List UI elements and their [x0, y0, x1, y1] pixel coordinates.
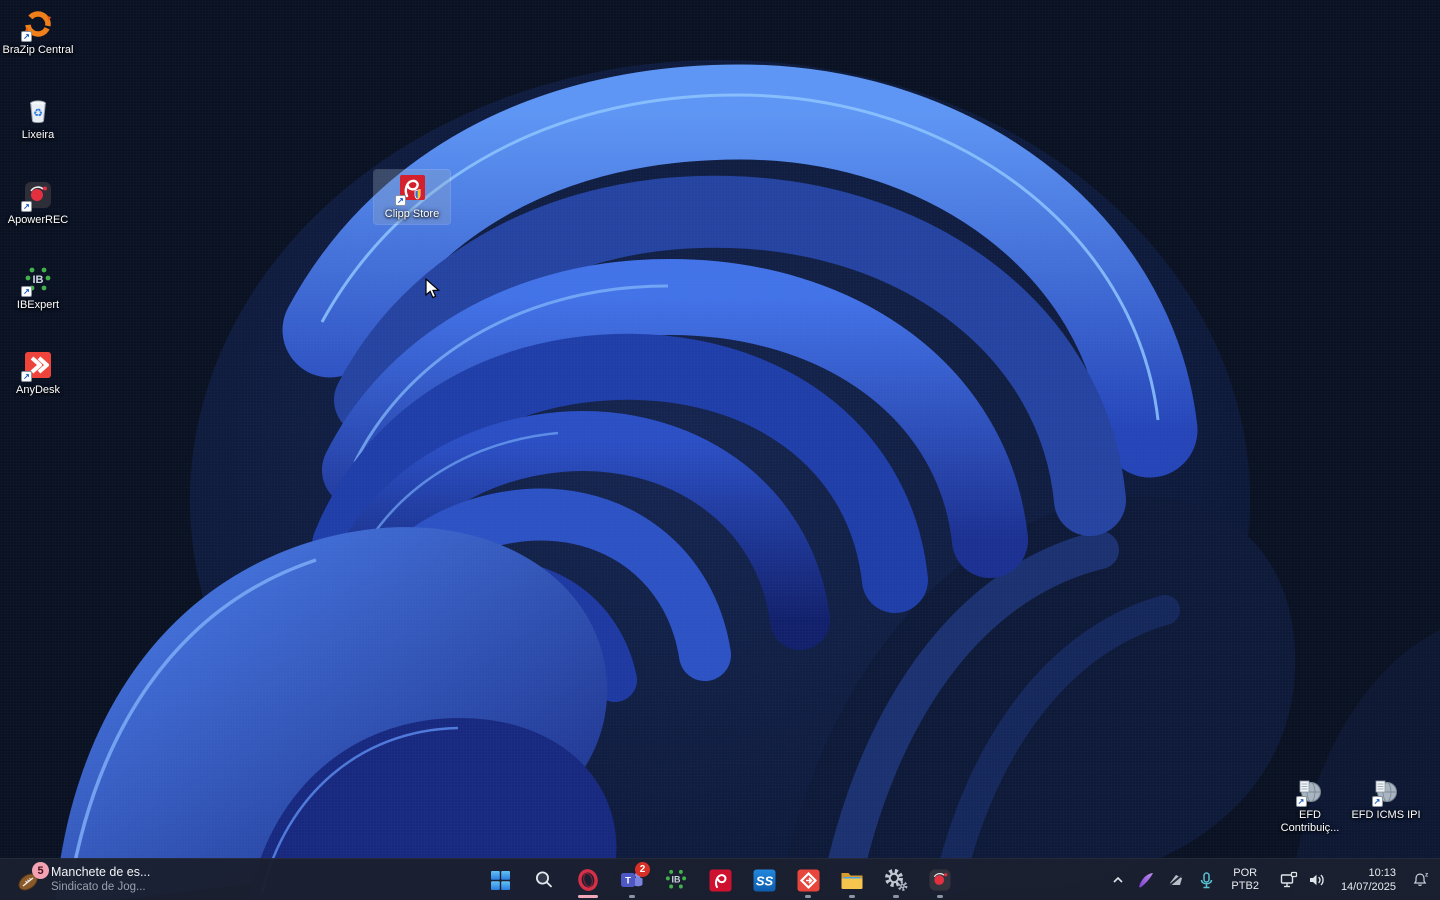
widgets-badge: 5	[32, 862, 49, 879]
svg-text:IB: IB	[672, 874, 681, 884]
purple-feather-icon	[1136, 870, 1156, 890]
svg-text:♻: ♻	[33, 108, 43, 120]
desktop-icon-label: BraZip Central	[3, 44, 74, 57]
efd-globe-icon: ↗	[1373, 779, 1400, 806]
ss-icon: SS	[752, 868, 777, 893]
shortcut-arrow-icon: ↗	[1372, 796, 1383, 807]
desktop-icon-label: Clipp Store	[385, 208, 439, 221]
widgets-button[interactable]: 5 Manchete de es... Sindicato de Jog...	[6, 860, 160, 900]
running-indicator	[629, 895, 635, 898]
desktop-icon-label: ApowerREC	[8, 214, 69, 227]
tray-disabled-device-button[interactable]	[1161, 862, 1191, 898]
search-icon	[533, 869, 555, 891]
running-indicator	[805, 895, 811, 898]
svg-text:T: T	[625, 876, 631, 887]
start-button[interactable]	[480, 860, 520, 900]
tray-overflow-button[interactable]	[1105, 862, 1131, 898]
keyboard-layout: PTB2	[1231, 880, 1259, 893]
running-indicator	[937, 895, 943, 898]
desktop-icon-apowerrec[interactable]: ↗ ApowerREC	[0, 176, 76, 230]
language-indicator[interactable]: POR PTB2	[1221, 862, 1269, 898]
wallpaper-bloom	[0, 0, 1440, 900]
ss-app-button[interactable]: SS	[744, 860, 784, 900]
clipp-store-icon: ↗	[396, 173, 428, 205]
do-not-disturb-bell-icon: z	[1410, 870, 1430, 890]
active-app-indicator	[578, 895, 598, 898]
network-status-button[interactable]	[1275, 862, 1303, 898]
tray-pen-app-button[interactable]	[1131, 862, 1161, 898]
speaker-icon	[1307, 870, 1327, 890]
svg-text:SS: SS	[755, 873, 773, 888]
desktop-icon-efd-icms-ipi[interactable]: ↗ EFD ICMS IPI	[1348, 776, 1424, 825]
recycle-bin-icon: ♻	[22, 94, 54, 126]
teams-button[interactable]: T 2	[612, 860, 652, 900]
desktop-icon-label: Lixeira	[22, 129, 54, 142]
language-code: POR	[1233, 867, 1257, 880]
notification-center-button[interactable]: z	[1406, 862, 1434, 898]
taskbar-center: T 2 IB	[480, 860, 960, 900]
shortcut-arrow-icon: ↗	[21, 201, 32, 212]
search-button[interactable]	[524, 860, 564, 900]
running-indicator	[893, 895, 899, 898]
gear-icon	[883, 867, 909, 893]
apowerrec-taskbar-button[interactable]	[920, 860, 960, 900]
windows-logo-icon	[491, 871, 510, 890]
desktop-icon-anydesk[interactable]: ↗ AnyDesk	[0, 346, 76, 400]
anydesk-icon	[796, 868, 821, 893]
desktop: ↗ BraZip Central ♻ Lixeira ↗ ApowerREC	[0, 0, 1440, 900]
tray-microphone-button[interactable]	[1191, 862, 1221, 898]
shortcut-arrow-icon: ↗	[1296, 796, 1307, 807]
anydesk-icon: ↗	[22, 349, 54, 381]
settings-button[interactable]	[876, 860, 916, 900]
opera-icon	[576, 868, 600, 892]
taskbar: 5 Manchete de es... Sindicato de Jog...	[0, 858, 1440, 900]
desktop-icon-label: IBExpert	[17, 299, 59, 312]
desktop-icon-label: EFD Contribuiç...	[1274, 809, 1346, 835]
desktop-icon-label: EFD ICMS IPI	[1351, 809, 1420, 822]
running-indicator	[849, 895, 855, 898]
shortcut-arrow-icon: ↗	[395, 195, 406, 206]
desktop-icon-brazip-central[interactable]: ↗ BraZip Central	[0, 6, 76, 60]
clock-button[interactable]: 10:13 14/07/2025	[1331, 862, 1406, 898]
desktop-icon-clipp-store[interactable]: ↗ Clipp Store	[374, 170, 450, 224]
apowerrec-icon: ↗	[22, 179, 54, 211]
teams-notification-badge: 2	[635, 862, 650, 877]
ibexpert-icon: IB ↗	[22, 264, 54, 296]
sports-news-icon: 5	[16, 867, 42, 893]
clipp-icon	[708, 868, 733, 893]
svg-text:IB: IB	[33, 274, 44, 286]
tray-time: 10:13	[1368, 866, 1396, 880]
opera-browser-button[interactable]	[568, 860, 608, 900]
ibexpert-taskbar-button[interactable]: IB	[656, 860, 696, 900]
shortcut-arrow-icon: ↗	[21, 371, 32, 382]
desktop-icon-label: AnyDesk	[16, 384, 60, 397]
widgets-subheadline: Sindicato de Jog...	[51, 880, 150, 895]
system-tray: POR PTB2	[1105, 860, 1434, 900]
desktop-icon-efd-contribuicoes[interactable]: ↗ EFD Contribuiç...	[1272, 776, 1348, 838]
widgets-headline: Manchete de es...	[51, 865, 150, 880]
chevron-up-icon	[1111, 873, 1125, 887]
desktop-icon-ibexpert[interactable]: IB ↗ IBExpert	[0, 261, 76, 315]
brazip-central-icon: ↗	[22, 9, 54, 41]
shortcut-arrow-icon: ↗	[21, 31, 32, 42]
clipp-taskbar-button[interactable]	[700, 860, 740, 900]
efd-globe-icon: ↗	[1297, 779, 1324, 806]
file-explorer-button[interactable]	[832, 860, 872, 900]
volume-button[interactable]	[1303, 862, 1331, 898]
tray-date: 14/07/2025	[1341, 880, 1396, 894]
shortcut-arrow-icon: ↗	[21, 286, 32, 297]
svg-text:z: z	[1425, 872, 1429, 879]
anydesk-taskbar-button[interactable]	[788, 860, 828, 900]
microphone-icon	[1197, 871, 1216, 890]
apowerrec-icon	[927, 867, 953, 893]
desktop-icon-recycle-bin[interactable]: ♻ Lixeira	[0, 91, 76, 145]
slashed-gray-icon	[1166, 870, 1186, 890]
network-monitor-icon	[1279, 870, 1299, 890]
folder-icon	[839, 867, 865, 893]
ibexpert-icon: IB	[663, 867, 689, 893]
